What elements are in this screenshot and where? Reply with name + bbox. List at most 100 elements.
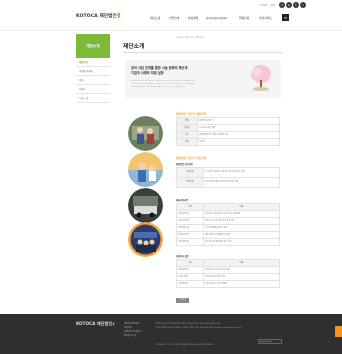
business-table-c: 구분 내용 자원봉사센터 자원봉사자 모집 및 교육 운영 봉사단 운영 임직원 봉사… [176, 259, 280, 288]
sidebar-item-about[interactable]: 재단소개 [76, 59, 110, 67]
table-header-cell: 구분 [176, 203, 204, 211]
footer-info-line: 사업자등록번호 000-00-00000 | 대표자 이사장 | 팩스 064-… [155, 327, 242, 329]
footer-info-line: 재단법인 코토카 | 제주특별자치도 제주시 첨단로 242 | 대표전화 06… [155, 323, 221, 325]
table-row: 자원봉사센터 자원봉사자 모집 및 교육 운영 [176, 266, 280, 274]
scroll-top-button[interactable] [335, 326, 342, 337]
breadcrumb: HOME > 재단소개 > 재단소개 [176, 37, 204, 39]
intro-heading-line1: 공익 사업 전개를 통한 나눔 문화의 확산과 [131, 66, 188, 70]
family-site-select[interactable]: Family Site ▾ [258, 339, 282, 344]
table-row: 나눔사업 지역사회 소외계층 지원 및 나눔 문화 확산 사업 [176, 167, 280, 178]
intro-heading-line2: 기업과 사회의 모범 실현 [131, 70, 164, 75]
table-cell: 자원봉사센터 [176, 266, 204, 274]
table-header-cell: 구분 [176, 259, 204, 267]
sidebar-item-history[interactable]: 연혁 [76, 77, 110, 85]
gnb-item-join[interactable]: 참여방법 [188, 16, 198, 20]
table-cell: 나눔 캠페인 [176, 280, 204, 288]
instagram-icon[interactable]: i [300, 2, 306, 8]
table-cell: 환경보전사업 [176, 231, 204, 239]
table-row: 명칭 재단법인 코토카 [176, 117, 280, 125]
table-row: 복지지원사업 저소득층 및 취약계층 복지 지원 [176, 238, 280, 246]
footer-copyright: COPYRIGHT © KOTOCA FOUNDATION. ALL RIGHT… [155, 344, 214, 346]
table-cell: 사회공헌사업 [176, 210, 204, 218]
table-cell-label: 대표 [176, 138, 198, 146]
table-row: 주소 제주특별자치도 제주시 첨단로 242 [176, 131, 280, 139]
table-cell-head: 나눔사업 [176, 167, 204, 178]
table-cell-value: 재단법인 코토카 [197, 117, 280, 125]
activity-photo-2 [128, 152, 163, 187]
menu-icon[interactable]: ≡ [282, 14, 289, 21]
footer-link-privacy[interactable]: 개인정보처리방침 [124, 322, 139, 325]
intro-body-line: 앞으로도 더불어 사는 사회를 만들기 위해 최선을 다하겠습니다. [131, 85, 186, 88]
activity-photo-4 [128, 222, 163, 257]
gnb-item-business[interactable]: 사업안내 [169, 16, 179, 20]
table-cell-head: 장학사업 [176, 177, 204, 188]
table-cell: 교육지원사업 [176, 217, 204, 225]
table-row: 대표 이사장 [176, 138, 280, 146]
sidebar-item-location[interactable]: 오시는 길 [76, 95, 110, 103]
sub-title-main-business: 재단법인 주요사업 [176, 163, 193, 166]
activity-photo-3 [128, 188, 163, 223]
table-cell: 복지지원사업 [176, 238, 204, 246]
footer-link-location[interactable]: 찾아오시는 길 [124, 334, 136, 337]
table-cell-value: 2012년 06월 설립 [197, 124, 280, 132]
section-title-purpose: 재단법인 코토카 설립목적 [176, 112, 207, 116]
table-cell-value: 제주특별자치도 제주시 첨단로 242 [197, 131, 280, 139]
sub-title-volunteer: 자원봉사 활동 [176, 255, 189, 258]
table-row: 환경보전사업 제주 환경 보전 캠페인 및 활동 [176, 231, 280, 239]
activity-photo-1 [128, 116, 163, 151]
twitter-icon[interactable]: t [293, 2, 299, 8]
table-cell: 지역 문화예술 활성화 지원 [203, 224, 280, 232]
table-row: 사회공헌사업 지역사회 공헌 활동 및 봉사 프로그램 운영 [176, 210, 280, 218]
title-divider [123, 52, 283, 53]
table-header-row: 구분 내용 [176, 259, 280, 267]
join-link[interactable]: JOIN [270, 4, 275, 7]
gnb-item-related[interactable]: 관련사이트 [259, 16, 272, 20]
facebook-icon[interactable]: f [279, 2, 285, 8]
table-cell-label: 주소 [176, 131, 198, 139]
sidebar-title: 재단소개 [76, 34, 110, 58]
table-cell: 저소득층 및 취약계층 복지 지원 [203, 238, 280, 246]
table-cell-desc: 지역사회 소외계층 지원 및 나눔 문화 확산 사업 [203, 167, 280, 178]
footer-link-terms[interactable]: 이용약관 [124, 326, 132, 329]
tree-illustration [251, 65, 271, 91]
table-cell: 자원봉사자 모집 및 교육 운영 [203, 266, 280, 274]
table-row: 문화예술사업 지역 문화예술 활성화 지원 [176, 224, 280, 232]
table-header-cell: 내용 [203, 259, 280, 267]
intro-heading: 공익 사업 전개를 통한 나눔 문화의 확산과 기업과 사회의 모범 실현 [131, 66, 188, 75]
table-cell: 연말 이웃돕기 나눔 캠페인 [203, 280, 280, 288]
table-cell-label: 명칭 [176, 117, 198, 125]
login-link[interactable]: LOGIN [260, 4, 267, 7]
gnb-item-volunteer-center[interactable]: 제주자원활동지원센터 [206, 16, 227, 20]
sub-title-detail-business: 세부추진사업 [176, 199, 189, 202]
section-title-business: 재단법인 코토카 주요사업 [176, 156, 207, 160]
sidebar-item-greeting[interactable]: 이사장 인사말 [76, 68, 110, 76]
table-row: 봉사단 운영 임직원 봉사단 정기 활동 [176, 273, 280, 281]
table-row: 나눔 캠페인 연말 이웃돕기 나눔 캠페인 [176, 280, 280, 288]
footer-link-email-refuse[interactable]: 이메일무단수집거부 [124, 330, 141, 333]
intro-body: 재단법인 코토카는 나눔의 가치를 실천하기 위하여 설립된 공익재단입니다. … [131, 80, 241, 88]
chevron-down-icon: ▾ [270, 341, 272, 343]
sidebar-item-organization[interactable]: 조직도 [76, 86, 110, 94]
table-cell-label: 설립일 [176, 124, 198, 132]
table-cell-value: 이사장 [197, 138, 280, 146]
page-title: 재단소개 [123, 44, 145, 50]
table-cell: 봉사단 운영 [176, 273, 204, 281]
footer-logo: KOTOCA 재단법인◖ [76, 321, 115, 326]
more-button[interactable]: 더보기 [176, 298, 189, 303]
table-row: 설립일 2012년 06월 설립 [176, 124, 280, 132]
table-cell: 임직원 봉사단 정기 활동 [203, 273, 280, 281]
gnb-item-about[interactable]: 재단소개 [150, 16, 160, 20]
foundation-info-table: 명칭 재단법인 코토카 설립일 2012년 06월 설립 주소 제주특별자치도 제주시… [176, 117, 280, 146]
table-cell: 문화예술사업 [176, 224, 204, 232]
site-logo[interactable]: KOTOCA 재단법인◖ [76, 11, 121, 19]
table-cell: 제주 환경 보전 캠페인 및 활동 [203, 231, 280, 239]
table-header-cell: 내용 [203, 203, 280, 211]
business-table-a: 나눔사업 지역사회 소외계층 지원 및 나눔 문화 확산 사업 장학사업 지역 인재… [176, 167, 280, 188]
table-cell-desc: 지역 인재 육성을 위한 장학금 지원 사업 [203, 177, 280, 188]
table-row: 교육지원사업 청소년 교육 및 진로 지원 프로그램 [176, 217, 280, 225]
gnb-item-notice[interactable]: 알림마당 [239, 16, 249, 20]
business-table-b: 구분 내용 사회공헌사업 지역사회 공헌 활동 및 봉사 프로그램 운영 교육지원사… [176, 203, 280, 246]
site-footer [0, 314, 342, 354]
blog-icon[interactable]: b [286, 2, 292, 8]
table-cell: 지역사회 공헌 활동 및 봉사 프로그램 운영 [203, 210, 280, 218]
